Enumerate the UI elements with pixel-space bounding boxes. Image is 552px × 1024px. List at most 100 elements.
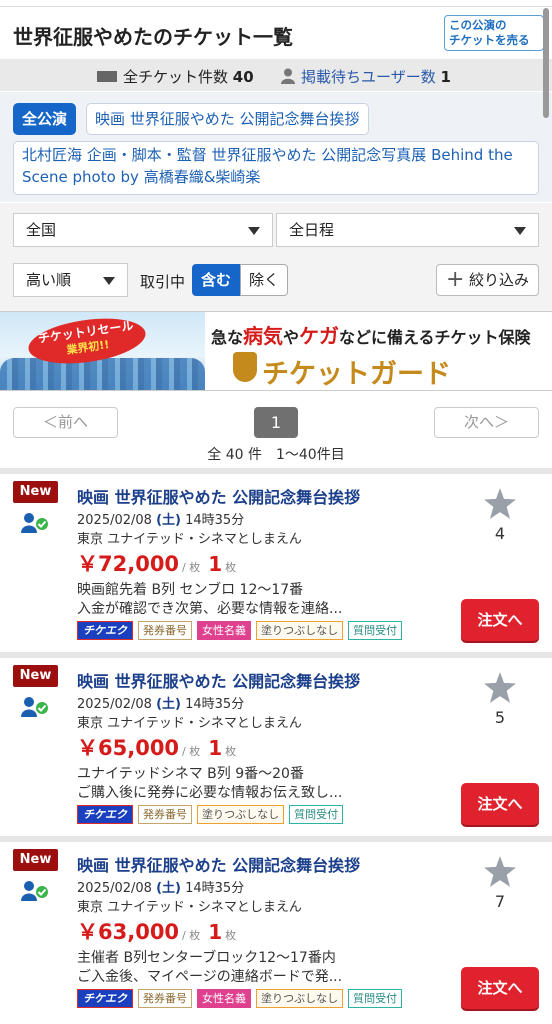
price-unit: / 枚 [182,745,201,758]
total-count: 40 [232,68,254,86]
new-badge: New [13,481,58,503]
scrollbar[interactable] [543,8,549,118]
narrow-label: 絞り込み [469,271,530,289]
include-toggle[interactable]: 含む [192,264,240,296]
search-controls: 全国 全日程 高い順 取引中 含む 除く + 絞り込み [0,203,552,311]
chevron-down-icon [514,227,526,235]
sell-button-line1: この公演の [449,18,507,32]
sort-select[interactable]: 高い順 [13,263,128,297]
region-select[interactable]: 全国 [13,213,273,247]
region-value: 全国 [26,221,57,239]
ticket-item[interactable]: New 映画 世界征服やめた 公開記念舞台挨拶 2025/02/08 (土) 1… [0,652,552,836]
qty-value: 1 [208,920,223,944]
stats-bar: 全チケット件数 40 掲載待ちユーザー数 1 [0,59,552,91]
time-value: 14時35分 [185,881,245,896]
ticket-venue: 東京 ユナイテッド・シネマとしまえん [77,532,302,547]
tag-all-performances[interactable]: 全公演 [13,103,77,135]
ticket-item[interactable]: New 映画 世界征服やめた 公開記念舞台挨拶 2025/02/08 (土) 1… [0,836,552,1020]
tag-ticket-number: 発券番号 [138,621,192,640]
ticket-venue: 東京 ユナイテッド・シネマとしまえん [77,900,302,915]
waiting-users-stat[interactable]: 掲載待ちユーザー数 1 [281,66,451,87]
qty-unit: 枚 [225,745,237,758]
ticket-price: ￥72,000/ 枚 1枚 [77,548,236,578]
banner-brand: チケットガード [262,359,451,390]
tag-chikeeku: チケエク [77,621,133,640]
ticket-tags: チケエク 発券番号 女性名義 塗りつぶしなし 質問受付 [77,621,407,640]
qty-unit: 枚 [225,929,237,942]
ticket-note: 入金が確認でき次第、必要な情報を連絡... [77,601,343,617]
banner-headline: 急な病気やケガなどに備えるチケット保険 [211,320,531,349]
verified-user-icon [21,513,49,533]
ticket-icon [97,71,117,82]
ticket-tags: チケエク 発券番号 女性名義 塗りつぶしなし 質問受付 [77,989,407,1008]
ticket-tags: チケエク 発券番号 塗りつぶしなし 質問受付 [77,805,348,824]
schedule-value: 全日程 [289,221,335,239]
next-page-button[interactable]: 次へ＞ [434,407,539,438]
ticket-note: ご購入後に発券に必要な情報お伝え致し... [77,785,343,801]
date-value: 2025/02/08 [77,513,152,528]
exclude-toggle[interactable]: 除く [240,264,288,296]
tag-female-name: 女性名義 [197,621,251,640]
weekday-value: (土) [156,513,181,528]
order-button[interactable]: 注文へ [461,783,539,825]
user-icon [281,68,295,84]
banner-crowd-image: チケットリセール 業界初!! [0,312,205,390]
total-tickets-stat: 全チケット件数 40 [97,66,254,87]
performance-filter: 全公演 映画 世界征服やめた 公開記念舞台挨拶 北村匠海 企画・脚本・監督 世界… [0,92,552,202]
ticket-item[interactable]: New 映画 世界征服やめた 公開記念舞台挨拶 2025/02/08 (土) 1… [0,468,552,652]
current-page[interactable]: 1 [254,407,298,438]
trading-label: 取引中 [140,273,186,291]
ticket-date: 2025/02/08 (土) 14時35分 [77,693,244,712]
qty-unit: 枚 [225,561,237,574]
ticket-date: 2025/02/08 (土) 14時35分 [77,509,244,528]
ticket-seat-info: ユナイテッドシネマ B列 9番〜20番 [77,766,304,782]
tag-female-name: 女性名義 [197,989,251,1008]
favorite-count: 7 [494,892,506,911]
headline-post: などに備えるチケット保険 [339,328,531,347]
ticket-title[interactable]: 映画 世界征服やめた 公開記念舞台挨拶 [77,852,360,876]
ticket-seat-info: 映画館先着 B列 センブロ 12〜17番 [77,582,304,598]
ticket-price: ￥65,000/ 枚 1枚 [77,732,236,762]
verified-user-icon [21,697,49,717]
tag-photo-exhibition[interactable]: 北村匠海 企画・脚本・監督 世界征服やめた 公開記念写真展 Behind the… [13,141,539,195]
tag-questions-accepted: 質問受付 [289,805,344,824]
ticket-title[interactable]: 映画 世界征服やめた 公開記念舞台挨拶 [77,668,360,692]
ticket-title[interactable]: 映画 世界征服やめた 公開記念舞台挨拶 [77,484,360,508]
tag-chikeeku: チケエク [77,805,133,824]
order-button[interactable]: 注文へ [461,599,539,641]
waiting-label: 掲載待ちユーザー数 [301,68,436,86]
ticket-guard-banner[interactable]: チケットリセール 業界初!! 急な病気やケガなどに備えるチケット保険 チケットガ… [0,311,552,391]
total-label: 全チケット件数 [123,68,229,86]
time-value: 14時35分 [185,513,245,528]
schedule-select[interactable]: 全日程 [276,213,539,247]
star-icon[interactable] [484,488,516,519]
favorite-count: 5 [494,708,506,727]
ticket-venue: 東京 ユナイテッド・シネマとしまえん [77,716,302,731]
headline-ya: や [283,328,300,347]
narrow-down-button[interactable]: + 絞り込み [436,264,539,296]
result-count: 全 40 件 1〜40件目 [207,447,345,463]
sell-tickets-button[interactable]: この公演の チケットを売る [444,15,544,51]
star-icon[interactable] [484,672,516,703]
tag-chikeeku: チケエク [77,989,133,1008]
page-title: 世界征服やめたのチケット一覧 [13,25,293,49]
page: 世界征服やめたのチケット一覧 この公演の チケットを売る 全チケット件数 40 … [0,0,552,1024]
headline-pre: 急な [211,328,244,347]
prev-page-button[interactable]: ＜前へ [13,407,118,438]
ticket-price: ￥63,000/ 枚 1枚 [77,916,236,946]
new-badge: New [13,665,58,687]
headline-sick: 病気 [243,324,284,348]
star-icon[interactable] [484,856,516,887]
sell-button-line2: チケットを売る [449,33,530,47]
ticket-seat-info: 主催者 B列センターブロック12〜17番内 [77,950,336,966]
pagination: ＜前へ 1 次へ＞ 全 40 件 1〜40件目 [0,392,552,468]
tag-no-blackout: 塗りつぶしなし [256,989,344,1008]
order-button[interactable]: 注文へ [461,967,539,1009]
price-value: ￥63,000 [77,920,180,944]
price-value: ￥72,000 [77,552,180,576]
shield-icon [233,352,257,382]
headline-injury: ケガ [299,324,340,348]
new-badge: New [13,849,58,871]
tag-stage-greeting[interactable]: 映画 世界征服やめた 公開記念舞台挨拶 [86,103,369,135]
price-unit: / 枚 [182,929,201,942]
